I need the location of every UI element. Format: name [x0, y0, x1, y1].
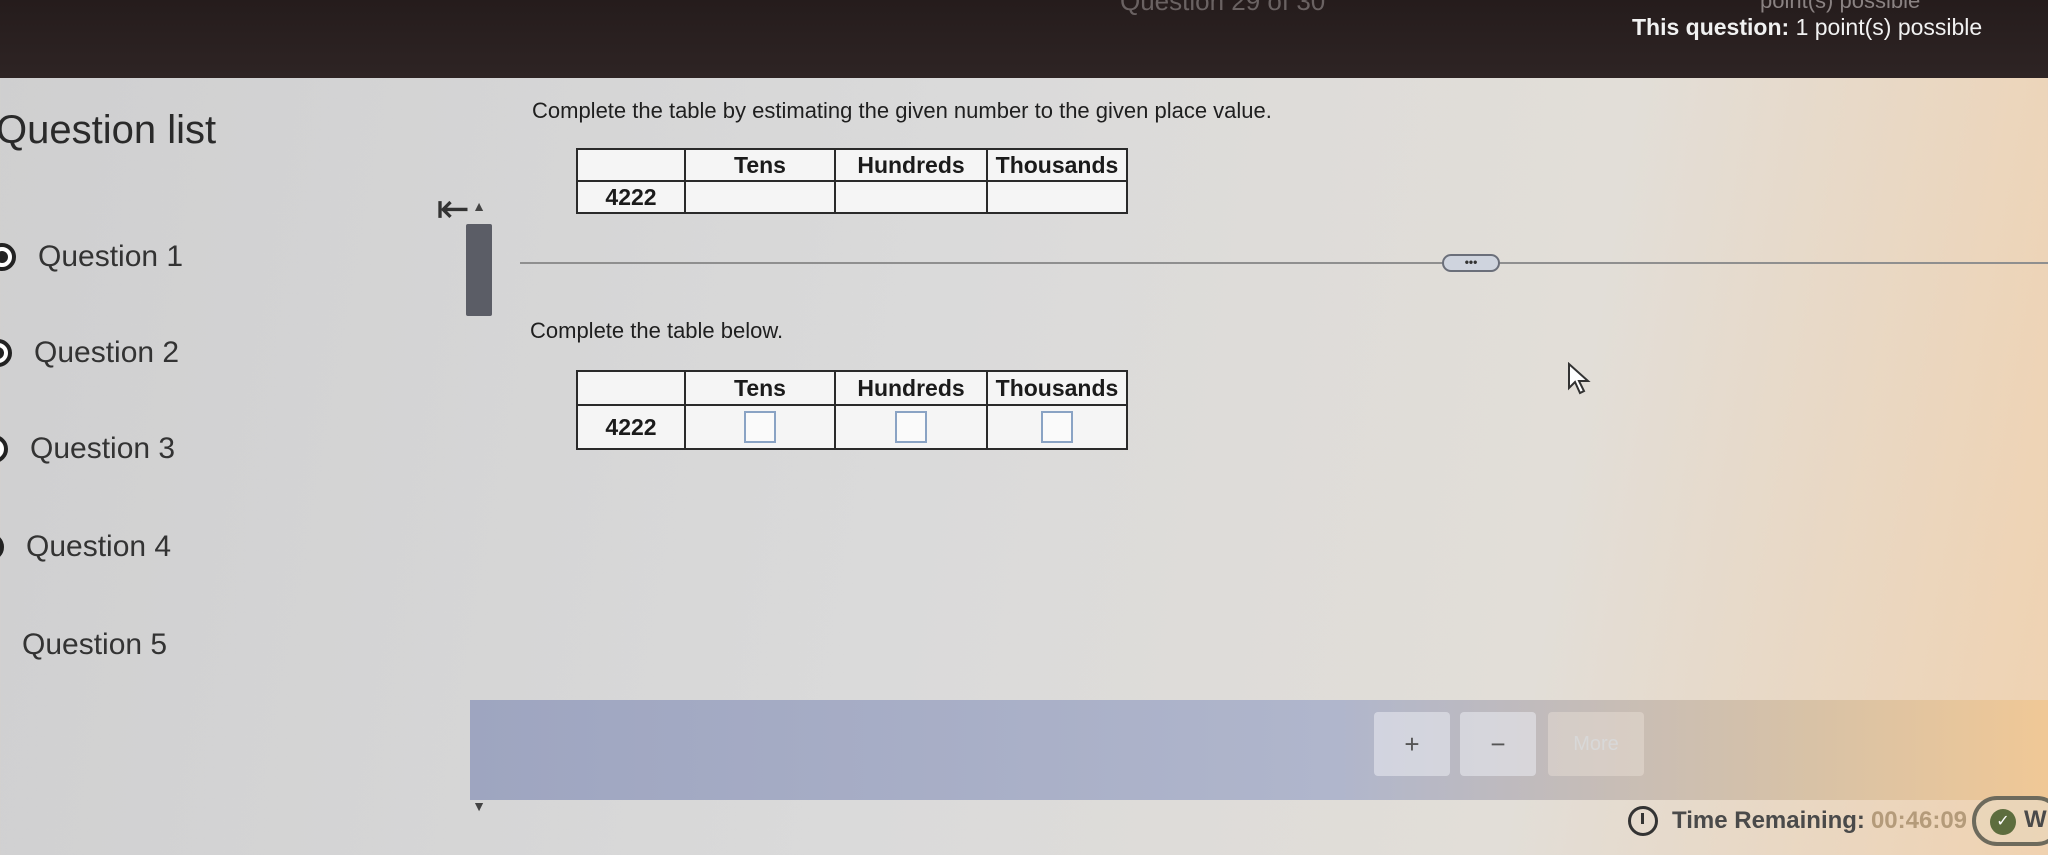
question-item-3[interactable]: Question 3 — [0, 432, 175, 466]
bottom-toolbar — [470, 700, 2048, 800]
clock-icon — [1628, 806, 1658, 836]
check-answer-button[interactable]: ✓ W — [1972, 796, 2048, 846]
question-label: Question 4 — [26, 530, 172, 563]
table-cell — [684, 180, 836, 214]
more-button[interactable]: More — [1548, 712, 1644, 776]
table-header: Thousands — [986, 370, 1128, 406]
answer-cell-hundreds — [834, 404, 988, 450]
answer-input-hundreds[interactable] — [895, 411, 927, 443]
table-header: Hundreds — [834, 148, 988, 182]
table-row: 4222 — [576, 404, 1128, 450]
add-button[interactable]: + — [1374, 712, 1450, 776]
table-cell-number: 4222 — [576, 180, 686, 214]
collapse-arrow-icon: ⇤ — [436, 187, 470, 231]
time-value: 00:46:09 — [1870, 807, 1968, 834]
question-label: Question 3 — [30, 432, 176, 465]
instruction-text: Complete the table below. — [530, 318, 784, 343]
subtract-button[interactable]: − — [1460, 712, 1536, 776]
answer-cell-thousands — [986, 404, 1128, 450]
mouse-pointer-icon — [1568, 362, 1591, 395]
scroll-up-arrow-icon[interactable]: ▲ — [466, 196, 492, 216]
question-item-1[interactable]: Question 1 — [0, 240, 183, 274]
table-cell — [986, 180, 1128, 214]
question-list-panel: Question list ⇤ Question 1 Question 2 Qu… — [0, 78, 492, 855]
check-answer-label: W — [2024, 806, 2047, 833]
answer-table: Tens Hundreds Thousands 4222 — [576, 370, 1128, 450]
question-counter: Question 29 of 30 — [1120, 0, 1326, 16]
question-label: Question 5 — [22, 628, 168, 661]
table-header — [576, 370, 686, 406]
question-table: Tens Hundreds Thousands 4222 — [576, 148, 1128, 214]
question-points: This question: 1 point(s) possible — [1632, 14, 1982, 41]
table-header: Tens — [684, 370, 836, 406]
points-label: This question: — [1632, 14, 1790, 40]
section-divider — [520, 262, 2048, 264]
question-item-5[interactable]: Question 5 — [0, 628, 167, 662]
question-status-icon — [0, 243, 16, 271]
top-bar: Question 29 of 30 point(s) possible This… — [0, 0, 2048, 78]
question-item-2[interactable]: Question 2 — [0, 336, 179, 370]
question-status-icon — [0, 435, 8, 463]
table-cell — [834, 180, 988, 214]
table-row: 4222 — [576, 180, 1128, 214]
table-header-row: Tens Hundreds Thousands — [576, 370, 1128, 406]
answer-cell-tens — [684, 404, 836, 450]
scroll-thumb[interactable] — [466, 224, 492, 316]
question-list-title: Question list — [0, 108, 217, 152]
table-cell-number: 4222 — [576, 404, 686, 450]
checkmark-icon: ✓ — [1990, 809, 2016, 835]
answer-input-tens[interactable] — [744, 411, 776, 443]
question-status-icon — [0, 533, 4, 561]
question-item-4[interactable]: Question 4 — [0, 530, 171, 564]
table-header-row: Tens Hundreds Thousands — [576, 148, 1128, 182]
question-prompt: Complete the table by estimating the giv… — [532, 98, 1272, 123]
table-header: Thousands — [986, 148, 1128, 182]
table-header — [576, 148, 686, 182]
time-label: Time Remaining: — [1672, 807, 1865, 834]
test-points: point(s) possible — [1760, 0, 1921, 13]
table-header: Tens — [684, 148, 836, 182]
question-status-icon — [0, 339, 12, 367]
points-value: 1 point(s) possible — [1795, 14, 1983, 40]
question-label: Question 1 — [38, 240, 184, 273]
question-label: Question 2 — [34, 336, 180, 369]
time-remaining: Time Remaining: 00:46:09 — [1628, 806, 1967, 836]
expand-more-button[interactable]: ••• — [1442, 254, 1500, 272]
answer-input-thousands[interactable] — [1041, 411, 1073, 443]
table-header: Hundreds — [834, 370, 988, 406]
